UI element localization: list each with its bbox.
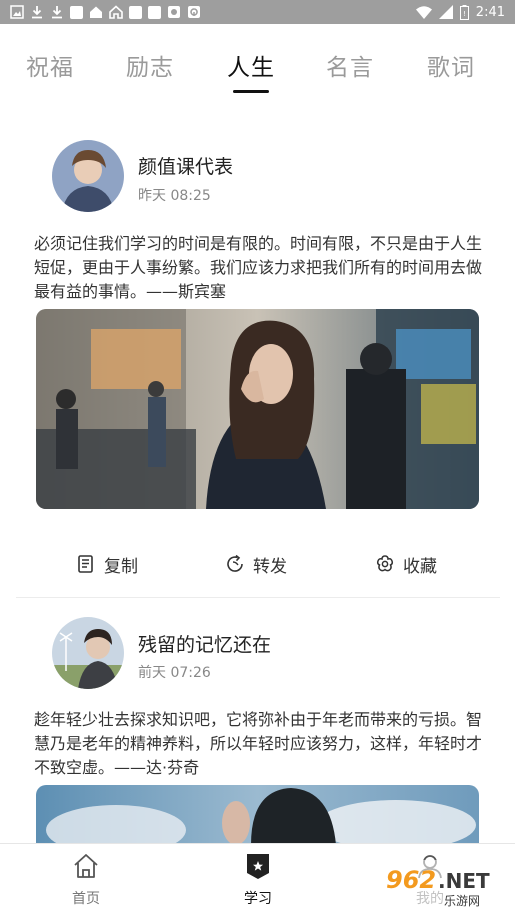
- svg-text:乐游网: 乐游网: [444, 894, 480, 908]
- avatar[interactable]: [52, 617, 124, 689]
- nav-home-label: 首页: [72, 891, 100, 907]
- nav-home[interactable]: 首页: [46, 852, 126, 908]
- post-time: 前天 07:26: [138, 665, 211, 681]
- app-notification-icon: [129, 5, 142, 19]
- svg-text:!: !: [463, 10, 466, 18]
- copy-button[interactable]: 复制: [76, 544, 138, 584]
- app-notification-icon: [148, 5, 161, 19]
- download-icon: [52, 6, 62, 19]
- favorite-label: 收藏: [403, 556, 437, 577]
- download-icon: [32, 6, 42, 19]
- app-notification-icon: [90, 6, 102, 18]
- forward-icon: [227, 554, 243, 572]
- copy-label: 复制: [104, 556, 138, 577]
- nav-study-label: 学习: [244, 891, 272, 907]
- favorite-button[interactable]: 收藏: [375, 544, 437, 584]
- forward-button[interactable]: 转发: [225, 544, 287, 584]
- active-tab-indicator: [233, 90, 269, 93]
- post-time: 昨天 08:25: [138, 188, 211, 204]
- signal-icon: [438, 5, 453, 19]
- battery-icon: !: [459, 4, 469, 20]
- nav-study[interactable]: 学习: [218, 852, 298, 908]
- app-notification-icon: [168, 6, 180, 18]
- status-time: 2:41: [475, 4, 505, 20]
- home-app-icon: [109, 5, 123, 19]
- forward-label: 转发: [253, 556, 287, 577]
- status-bar: ! 2:41: [0, 0, 515, 24]
- post-quote: 必须记住我们学习的时间是有限的。时间有限，不只是由于人生短促，更由于人事纷繁。我…: [34, 234, 483, 301]
- tab-famous-quotes[interactable]: 名言: [300, 48, 400, 82]
- status-notifications: [10, 3, 201, 21]
- gallery-icon: [10, 5, 24, 19]
- copy-icon: [78, 555, 93, 573]
- study-icon: [247, 854, 269, 879]
- status-system: ! 2:41: [415, 3, 505, 21]
- tab-lyrics[interactable]: 歌词: [401, 48, 501, 82]
- post-actions: 复制 转发 收藏: [0, 544, 515, 584]
- svg-text:962: 962: [386, 866, 436, 894]
- wifi-icon: [415, 5, 432, 19]
- watermark-logo: 962 .NET 乐游网: [378, 858, 510, 910]
- tab-life[interactable]: 人生: [201, 48, 301, 82]
- category-tabs: 祝福 励志 人生 名言 歌词: [0, 24, 515, 116]
- post-author[interactable]: 残留的记忆还在: [138, 630, 271, 657]
- post-image[interactable]: [36, 785, 479, 845]
- favorite-icon: [376, 555, 394, 572]
- post-author[interactable]: 颜值课代表: [138, 152, 233, 179]
- svg-text:.NET: .NET: [438, 869, 490, 893]
- tab-blessing[interactable]: 祝福: [0, 48, 100, 82]
- app-notification-icon: [188, 6, 200, 18]
- tab-inspiration[interactable]: 励志: [100, 48, 200, 82]
- app-notification-icon: [70, 5, 83, 19]
- avatar[interactable]: [52, 140, 124, 212]
- post-quote: 趁年轻少壮去探求知识吧，它将弥补由于年老而带来的亏损。智慧乃是老年的精神养料，所…: [34, 710, 483, 777]
- post-image[interactable]: [36, 309, 479, 509]
- home-icon: [74, 854, 98, 878]
- divider: [16, 597, 500, 598]
